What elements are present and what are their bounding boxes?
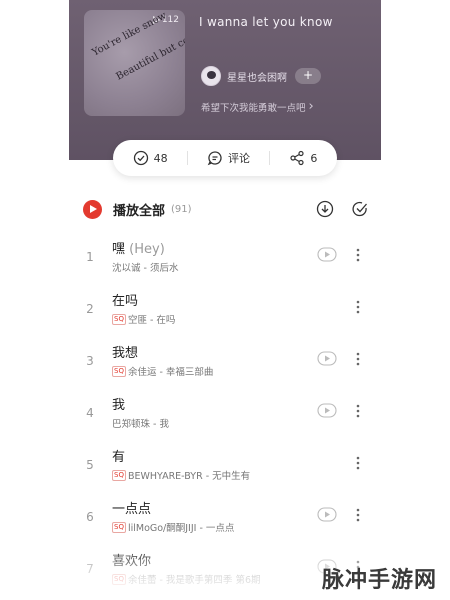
- song-meta: SQ 空匪 - 在吗: [112, 312, 175, 326]
- song-title: 嘿 (Hey): [112, 238, 165, 257]
- action-bar: 48 评论 6: [113, 140, 337, 176]
- mv-play-icon[interactable]: [317, 247, 337, 262]
- more-icon[interactable]: [353, 506, 363, 524]
- playlist-cover[interactable]: 112 You're like snow Beautiful but cold: [84, 10, 185, 116]
- comment-label: 评论: [227, 152, 250, 165]
- play-all-label[interactable]: 播放全部: [113, 200, 165, 219]
- song-row[interactable]: 6 一点点 SQ lilMoGo/酮酮JIJI - 一点点: [69, 492, 381, 540]
- sq-badge: SQ: [112, 469, 126, 481]
- song-title-text: 有: [112, 450, 126, 465]
- song-index: 2: [86, 302, 94, 316]
- song-artist-album: 沈以诚 - 须后水: [112, 263, 179, 274]
- song-meta: SQ lilMoGo/酮酮JIJI - 一点点: [112, 520, 234, 534]
- song-index: 7: [86, 562, 94, 576]
- mv-play-icon[interactable]: [317, 507, 337, 522]
- song-artist-album: 巴郑顿珠 - 我: [112, 419, 169, 430]
- description-text: 希望下次我能勇敢一点吧: [201, 103, 306, 114]
- sq-badge: SQ: [112, 365, 126, 377]
- song-count: (91): [171, 203, 192, 215]
- song-row[interactable]: 4 我巴郑顿珠 - 我: [69, 388, 381, 436]
- song-title-text: 我想: [112, 346, 139, 361]
- comment-button[interactable]: 评论: [207, 150, 250, 166]
- song-artist-album: 余佳蕾 - 我是歌手第四季 第6期: [127, 575, 261, 586]
- song-index: 5: [86, 458, 94, 472]
- playlist-screen: 112 You're like snow Beautiful but cold …: [69, 0, 381, 600]
- mv-play-icon[interactable]: [317, 351, 337, 366]
- song-meta: SQ 余佳运 - 幸福三部曲: [112, 364, 213, 378]
- song-alias: (Hey): [129, 242, 165, 257]
- mv-play-icon[interactable]: [317, 403, 337, 418]
- collect-count: 48: [153, 151, 168, 165]
- playlist-title: I wanna let you know: [199, 15, 333, 29]
- follow-button[interactable]: +: [295, 68, 321, 84]
- song-artist-album: BEWHYARE-BYR - 无中生有: [127, 471, 251, 482]
- song-title: 我: [112, 394, 125, 413]
- check-circle-icon: [133, 150, 148, 166]
- divider: [269, 151, 271, 165]
- song-index: 6: [86, 510, 94, 524]
- song-title-text: 在吗: [112, 294, 139, 309]
- collect-button[interactable]: 48: [133, 150, 168, 166]
- song-row[interactable]: 3 我想 SQ 余佳运 - 幸福三部曲: [69, 336, 381, 384]
- song-index: 1: [86, 250, 94, 264]
- song-index: 4: [86, 406, 94, 420]
- song-meta: 巴郑顿珠 - 我: [112, 416, 169, 430]
- avatar[interactable]: [201, 66, 221, 86]
- watermark-logo: 脉冲手游网: [322, 568, 438, 593]
- song-index: 3: [86, 354, 94, 368]
- play-all-row[interactable]: 播放全部 (91): [83, 198, 373, 220]
- song-title-text: 喜欢你: [112, 554, 152, 569]
- song-meta: 沈以诚 - 须后水: [112, 260, 178, 274]
- song-meta: SQ 余佳蕾 - 我是歌手第四季 第6期: [112, 572, 261, 586]
- song-title-text: 一点点: [112, 502, 152, 517]
- sq-badge: SQ: [112, 313, 126, 325]
- download-icon[interactable]: [316, 200, 334, 218]
- song-title: 一点点: [112, 498, 151, 517]
- multi-select-icon[interactable]: [351, 200, 369, 218]
- song-title: 有: [112, 446, 125, 465]
- song-row[interactable]: 5 有 SQ BEWHYARE-BYR - 无中生有: [69, 440, 381, 488]
- song-title: 喜欢你: [112, 550, 151, 569]
- more-icon[interactable]: [353, 402, 363, 420]
- song-row[interactable]: 1 嘿 (Hey) 沈以诚 - 须后水: [69, 232, 381, 280]
- creator-name[interactable]: 星星也会困啊: [227, 69, 287, 84]
- share-icon: [290, 150, 304, 166]
- song-title: 我想: [112, 342, 138, 361]
- sq-badge: SQ: [112, 521, 126, 533]
- more-icon[interactable]: [353, 350, 363, 368]
- song-meta: SQ BEWHYARE-BYR - 无中生有: [112, 468, 250, 482]
- song-title-text: 嘿: [112, 242, 126, 257]
- share-button[interactable]: 6: [289, 150, 317, 166]
- song-artist-album: lilMoGo/酮酮JIJI - 一点点: [127, 523, 235, 534]
- sq-badge: SQ: [112, 573, 126, 585]
- more-icon[interactable]: [353, 454, 363, 472]
- divider: [186, 151, 188, 165]
- song-artist-album: 余佳运 - 幸福三部曲: [127, 367, 214, 378]
- share-count: 6: [310, 151, 318, 165]
- playlist-description[interactable]: 希望下次我能勇敢一点吧 ›: [201, 100, 314, 114]
- more-icon[interactable]: [353, 298, 363, 316]
- playlist-header: 112 You're like snow Beautiful but cold …: [69, 0, 381, 160]
- song-artist-album: 空匪 - 在吗: [127, 315, 176, 326]
- song-title-text: 我: [112, 398, 126, 413]
- chevron-right-icon: ›: [308, 99, 314, 114]
- play-all-icon[interactable]: [83, 199, 102, 219]
- more-icon[interactable]: [353, 246, 363, 264]
- song-row[interactable]: 2 在吗 SQ 空匪 - 在吗: [69, 284, 381, 332]
- comment-icon: [207, 151, 222, 166]
- creator-info[interactable]: 星星也会困啊 +: [201, 66, 321, 86]
- song-title: 在吗: [112, 290, 138, 309]
